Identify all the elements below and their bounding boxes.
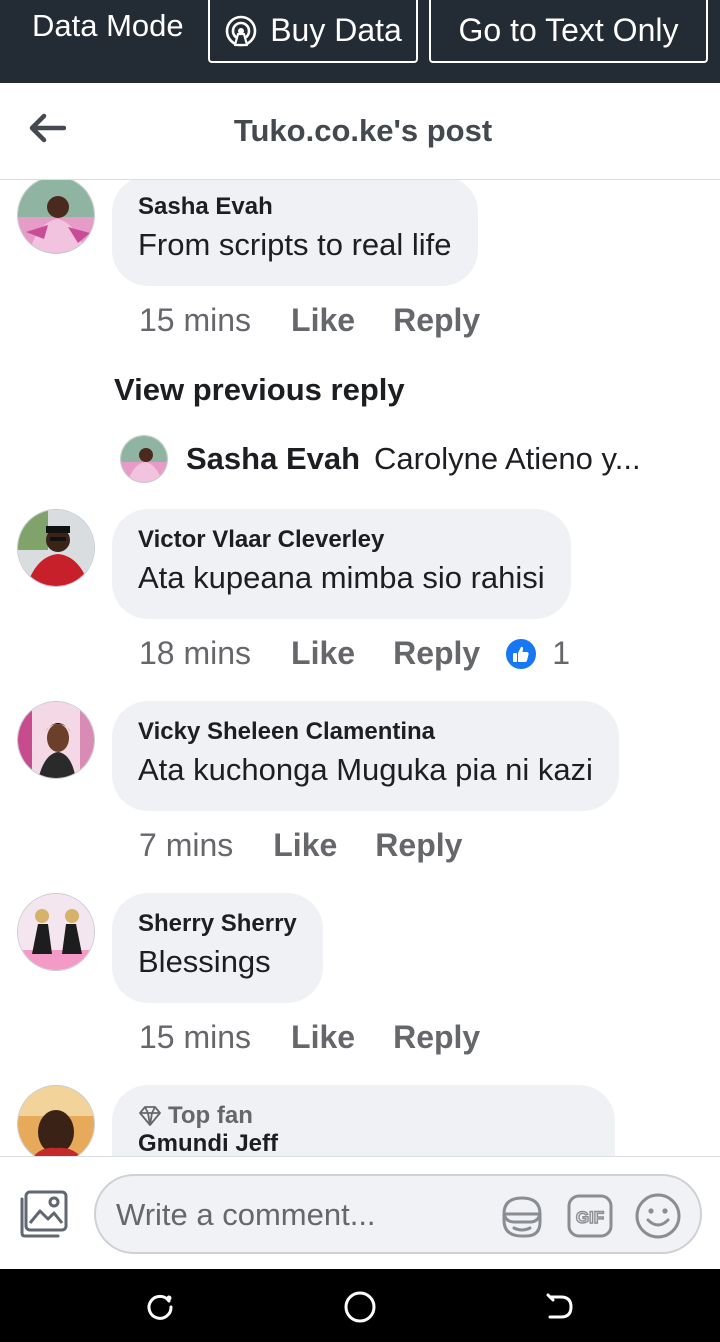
home-button[interactable] xyxy=(340,1287,380,1327)
comments-feed[interactable]: Sasha Evah From scripts to real life 15 … xyxy=(0,180,720,1156)
comment-bubble[interactable]: Sasha Evah From scripts to real life xyxy=(112,180,478,286)
reply-button[interactable]: Reply xyxy=(393,635,480,672)
reply-button[interactable]: Reply xyxy=(393,1019,480,1056)
comment-author[interactable]: Gmundi Jeff xyxy=(138,1130,589,1156)
top-fan-badge: Top fan xyxy=(138,1102,589,1130)
reply-button[interactable]: Reply xyxy=(375,827,462,864)
comment-time: 15 mins xyxy=(139,1019,252,1055)
recents-icon xyxy=(147,1294,173,1320)
like-button[interactable]: Like xyxy=(291,302,355,339)
top-fan-label: Top fan xyxy=(168,1102,253,1129)
avatar[interactable] xyxy=(17,1085,95,1156)
back-nav-button[interactable] xyxy=(540,1287,580,1327)
comment-time: 7 mins xyxy=(139,827,234,863)
comment-actions: 15 mins Like Reply xyxy=(139,302,518,339)
comment-author[interactable]: Victor Vlaar Cleverley xyxy=(138,526,545,554)
comment-actions: 15 mins Like Reply xyxy=(139,1019,518,1056)
data-mode-bar: Data Mode Buy Data Go to Text Only xyxy=(0,0,720,83)
broadcast-icon xyxy=(225,15,257,46)
profile-photo xyxy=(18,702,94,778)
smiley-icon xyxy=(635,1193,681,1239)
back-nav-icon xyxy=(546,1293,573,1319)
avatar[interactable] xyxy=(17,180,95,254)
page-title: Tuko.co.ke's post xyxy=(233,113,493,148)
comment-text: Ata kupeana mimba sio rahisi xyxy=(138,560,545,595)
comment-author[interactable]: Vicky Sheleen Clamentina xyxy=(138,718,593,746)
reply-preview[interactable]: Sasha Evah Carolyne Atieno y... xyxy=(120,435,641,483)
reply-button[interactable]: Reply xyxy=(393,302,480,339)
data-mode-label: Data Mode xyxy=(32,8,184,43)
view-previous-reply-link[interactable]: View previous reply xyxy=(114,372,405,408)
comment-actions: 7 mins Like Reply xyxy=(139,827,500,864)
photo-button[interactable] xyxy=(18,1189,74,1239)
gif-text: GIF xyxy=(576,1208,604,1227)
comment-text: Blessings xyxy=(138,944,271,979)
post-header: Tuko.co.ke's post xyxy=(0,83,720,180)
like-button[interactable]: Like xyxy=(291,1019,355,1056)
profile-photo xyxy=(121,436,167,482)
comment-bubble[interactable]: Vicky Sheleen Clamentina Ata kuchonga Mu… xyxy=(112,701,619,811)
thumbs-up-icon[interactable] xyxy=(504,636,539,671)
avatar[interactable] xyxy=(17,509,95,587)
profile-photo xyxy=(18,180,94,253)
profile-photo xyxy=(18,510,94,586)
comment-time: 18 mins xyxy=(139,635,252,671)
reply-author: Sasha Evah xyxy=(186,441,361,476)
comment-bubble[interactable]: Top fan Gmundi Jeff xyxy=(112,1085,615,1156)
profile-photo xyxy=(18,894,94,970)
comment-text: From scripts to real life xyxy=(138,227,452,262)
emoji-button[interactable] xyxy=(634,1192,682,1240)
comment-input[interactable] xyxy=(116,1196,486,1234)
gif-icon: GIF xyxy=(567,1194,613,1238)
comment-box[interactable]: GIF xyxy=(94,1174,702,1254)
buy-data-label: Buy Data xyxy=(270,12,402,48)
avatar[interactable] xyxy=(17,893,95,971)
sticker-icon xyxy=(502,1196,542,1238)
reaction-count[interactable]: 1 xyxy=(552,635,570,672)
like-button[interactable]: Like xyxy=(273,827,337,864)
avatar[interactable] xyxy=(17,701,95,779)
gif-button[interactable]: GIF xyxy=(566,1192,614,1240)
text-only-label: Go to Text Only xyxy=(458,12,679,48)
image-icon xyxy=(20,1190,68,1238)
comment-bubble[interactable]: Sherry Sherry Blessings xyxy=(112,893,323,1003)
comment-actions: 18 mins Like Reply 1 xyxy=(139,635,570,672)
sticker-button[interactable] xyxy=(498,1192,546,1240)
comment-author[interactable]: Sherry Sherry xyxy=(138,910,297,938)
reply-avatar xyxy=(120,435,168,483)
comment-time: 15 mins xyxy=(139,302,252,338)
buy-data-button[interactable]: Buy Data xyxy=(208,0,418,63)
like-button[interactable]: Like xyxy=(291,635,355,672)
comment-composer: GIF xyxy=(0,1156,720,1269)
home-circle-icon xyxy=(344,1291,376,1323)
comment-author[interactable]: Sasha Evah xyxy=(138,193,452,221)
system-navigation-bar xyxy=(0,1269,720,1342)
profile-photo xyxy=(18,1086,94,1156)
comment-text: Ata kuchonga Muguka pia ni kazi xyxy=(138,752,593,787)
comment-bubble[interactable]: Victor Vlaar Cleverley Ata kupeana mimba… xyxy=(112,509,571,619)
reply-text: Carolyne Atieno y... xyxy=(374,441,641,476)
recent-apps-button[interactable] xyxy=(140,1287,180,1327)
go-to-text-only-button[interactable]: Go to Text Only xyxy=(429,0,708,63)
diamond-icon xyxy=(139,1106,161,1126)
